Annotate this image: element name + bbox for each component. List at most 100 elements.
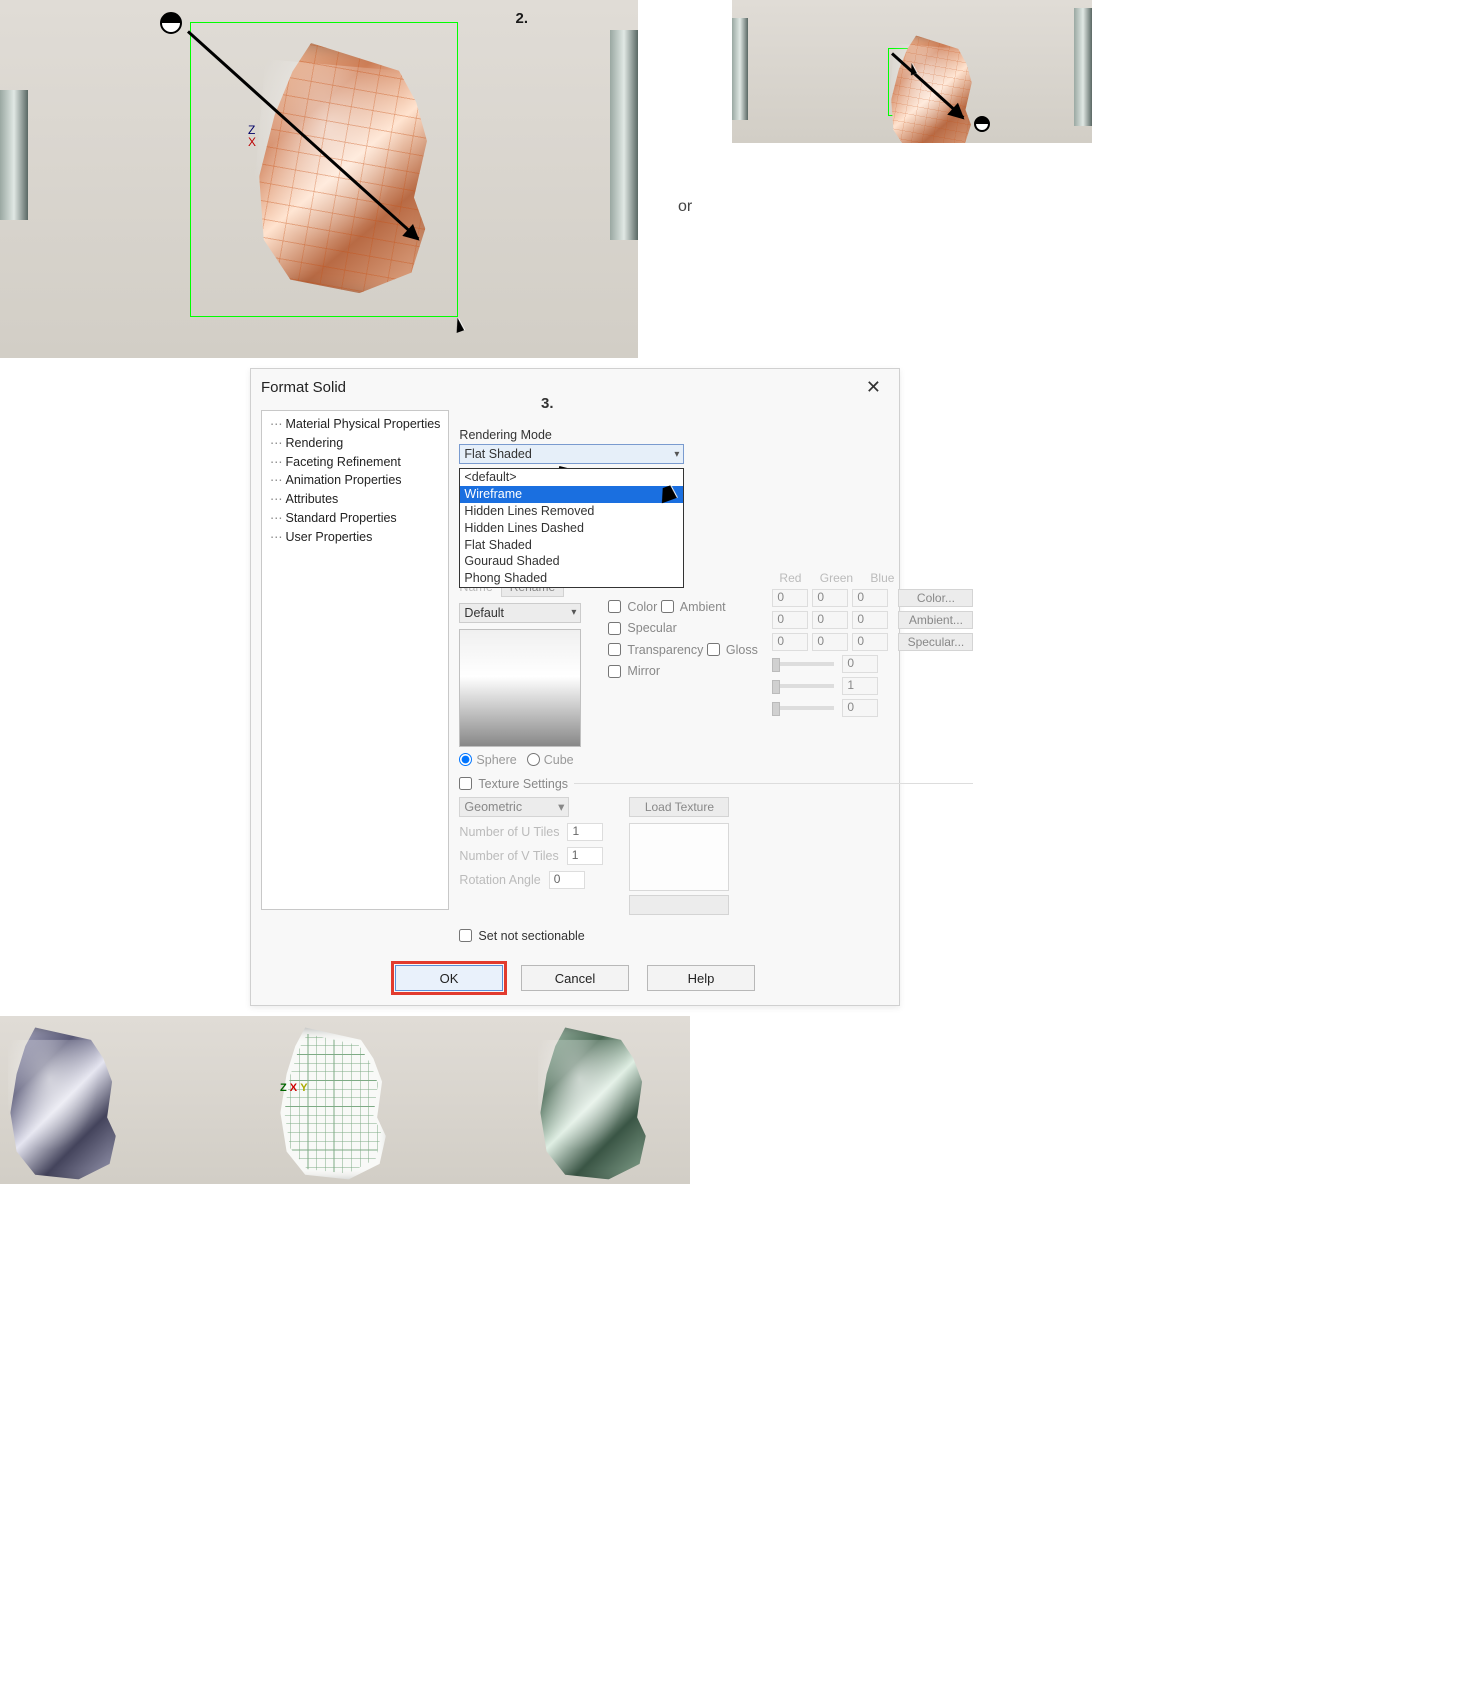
transparency-slider[interactable]	[772, 662, 834, 666]
transparency-checkbox[interactable]: Transparency	[608, 643, 703, 657]
texture-settings-checkbox[interactable]: Texture Settings	[459, 777, 568, 791]
texture-mapping-combo[interactable]: Geometric▾	[459, 797, 569, 817]
format-solid-dialog: Format Solid ✕ 3. ⋯Material Physical Pro…	[250, 368, 900, 1006]
tree-item[interactable]: ⋯Attributes	[268, 490, 442, 509]
color-checkbox[interactable]: Color	[608, 600, 657, 614]
category-tree[interactable]: ⋯Material Physical Properties ⋯Rendering…	[261, 410, 449, 910]
viewport-large[interactable]: 2. Z X	[0, 0, 638, 358]
specular-picker-button[interactable]: Specular...	[898, 633, 973, 651]
specular-b-input[interactable]: 0	[852, 633, 888, 651]
dropdown-option[interactable]: Hidden Lines Dashed	[460, 520, 683, 537]
combo-value: Flat Shaded	[464, 447, 531, 461]
ambient-row: 0 0 0 Ambient...	[772, 611, 973, 629]
chevron-down-icon: ▾	[571, 607, 576, 618]
texture-select-combo[interactable]	[629, 895, 729, 915]
dropdown-option-wireframe[interactable]: Wireframe	[460, 486, 683, 503]
load-texture-button[interactable]: Load Texture	[629, 797, 729, 817]
mirror-slider[interactable]	[772, 706, 834, 710]
sphere-radio[interactable]: Sphere	[459, 753, 516, 767]
rotate-icon-small	[974, 116, 990, 132]
rotate-icon	[160, 12, 182, 34]
ambient-r-input[interactable]: 0	[772, 611, 808, 629]
tree-item[interactable]: ⋯User Properties	[268, 528, 442, 547]
material-default-combo[interactable]: Default▾	[459, 603, 581, 623]
gloss-checkbox[interactable]: Gloss	[707, 643, 758, 657]
green-label: Green	[818, 571, 854, 585]
cursor-icon	[452, 317, 464, 333]
viewport-small[interactable]	[732, 0, 1092, 143]
divider	[574, 783, 973, 784]
transparency-row: 0	[772, 655, 973, 673]
tree-item-rendering[interactable]: ⋯Rendering	[268, 434, 442, 453]
rot-angle-input[interactable]: 0	[549, 871, 585, 889]
material-preview-swatch	[459, 629, 581, 747]
color-b-input[interactable]: 0	[852, 589, 888, 607]
ambient-g-input[interactable]: 0	[812, 611, 848, 629]
tree-item[interactable]: ⋯Standard Properties	[268, 509, 442, 528]
axis-indicator-small: Z X Y	[280, 1082, 308, 1094]
decor-slab-left	[0, 90, 28, 220]
specular-row: 0 0 0 Specular...	[772, 633, 973, 651]
decor-slab-right	[610, 30, 638, 240]
dialog-button-row: OK Cancel Help	[251, 953, 899, 1005]
decor-slab-right-small	[1074, 8, 1092, 126]
gloss-slider[interactable]	[772, 684, 834, 688]
rot-angle-label: Rotation Angle	[459, 873, 540, 887]
num-u-label: Number of U Tiles	[459, 825, 559, 839]
axis-x: X	[248, 136, 256, 148]
color-picker-button[interactable]: Color...	[898, 589, 973, 607]
specular-r-input[interactable]: 0	[772, 633, 808, 651]
dropdown-option[interactable]: Hidden Lines Removed	[460, 503, 683, 520]
rendering-panel: Rendering Mode Flat Shaded ▾ <default> W…	[459, 410, 973, 945]
transparency-input[interactable]: 0	[842, 655, 878, 673]
help-button[interactable]: Help	[647, 965, 755, 991]
mirror-input[interactable]: 0	[842, 699, 878, 717]
num-v-label: Number of V Tiles	[459, 849, 558, 863]
specular-checkbox[interactable]: Specular	[608, 621, 676, 635]
cube-radio[interactable]: Cube	[527, 753, 574, 767]
red-label: Red	[772, 571, 808, 585]
decor-slab-left-small	[732, 18, 748, 120]
result-part-green	[528, 1028, 652, 1183]
dropdown-option[interactable]: Phong Shaded	[460, 570, 683, 587]
num-v-input[interactable]: 1	[567, 847, 603, 865]
rendering-mode-label: Rendering Mode	[459, 428, 973, 442]
num-u-input[interactable]: 1	[567, 823, 603, 841]
dialog-title: Format Solid	[261, 379, 346, 396]
gloss-row: 1	[772, 677, 973, 695]
ok-button[interactable]: OK	[395, 965, 503, 991]
step-2-label: 2.	[515, 10, 528, 27]
chevron-down-icon: ▾	[558, 799, 564, 814]
chevron-down-icon: ▾	[674, 449, 679, 460]
tree-item[interactable]: ⋯Animation Properties	[268, 471, 442, 490]
rendering-mode-dropdown[interactable]: <default> Wireframe Hidden Lines Removed…	[459, 468, 684, 588]
rendering-mode-combo[interactable]: Flat Shaded ▾	[459, 444, 684, 464]
specular-g-input[interactable]: 0	[812, 633, 848, 651]
mirror-row: 0	[772, 699, 973, 717]
cancel-button[interactable]: Cancel	[521, 965, 629, 991]
ambient-picker-button[interactable]: Ambient...	[898, 611, 973, 629]
dropdown-option[interactable]: Flat Shaded	[460, 537, 683, 554]
dialog-titlebar: Format Solid ✕	[251, 369, 899, 404]
ambient-checkbox[interactable]: Ambient	[661, 600, 726, 614]
results-viewport: Z X Y	[0, 1016, 690, 1184]
tree-item[interactable]: ⋯Faceting Refinement	[268, 453, 442, 472]
ok-highlight: OK	[395, 965, 503, 991]
result-part-wireframe	[268, 1028, 392, 1183]
axis-indicator: Z X	[248, 124, 256, 148]
tree-item[interactable]: ⋯Material Physical Properties	[268, 415, 442, 434]
close-button[interactable]: ✕	[858, 375, 889, 400]
color-r-input[interactable]: 0	[772, 589, 808, 607]
color-row: 0 0 0 Color...	[772, 589, 973, 607]
set-not-sectionable-checkbox[interactable]: Set not sectionable	[459, 929, 584, 943]
gloss-input[interactable]: 1	[842, 677, 878, 695]
or-label: or	[678, 198, 692, 216]
ambient-b-input[interactable]: 0	[852, 611, 888, 629]
texture-preview	[629, 823, 729, 891]
mirror-checkbox[interactable]: Mirror	[608, 664, 660, 678]
color-g-input[interactable]: 0	[812, 589, 848, 607]
dropdown-option[interactable]: Gouraud Shaded	[460, 553, 683, 570]
blue-label: Blue	[864, 571, 900, 585]
result-part-shaded	[0, 1028, 122, 1183]
dropdown-option[interactable]: <default>	[460, 469, 683, 486]
